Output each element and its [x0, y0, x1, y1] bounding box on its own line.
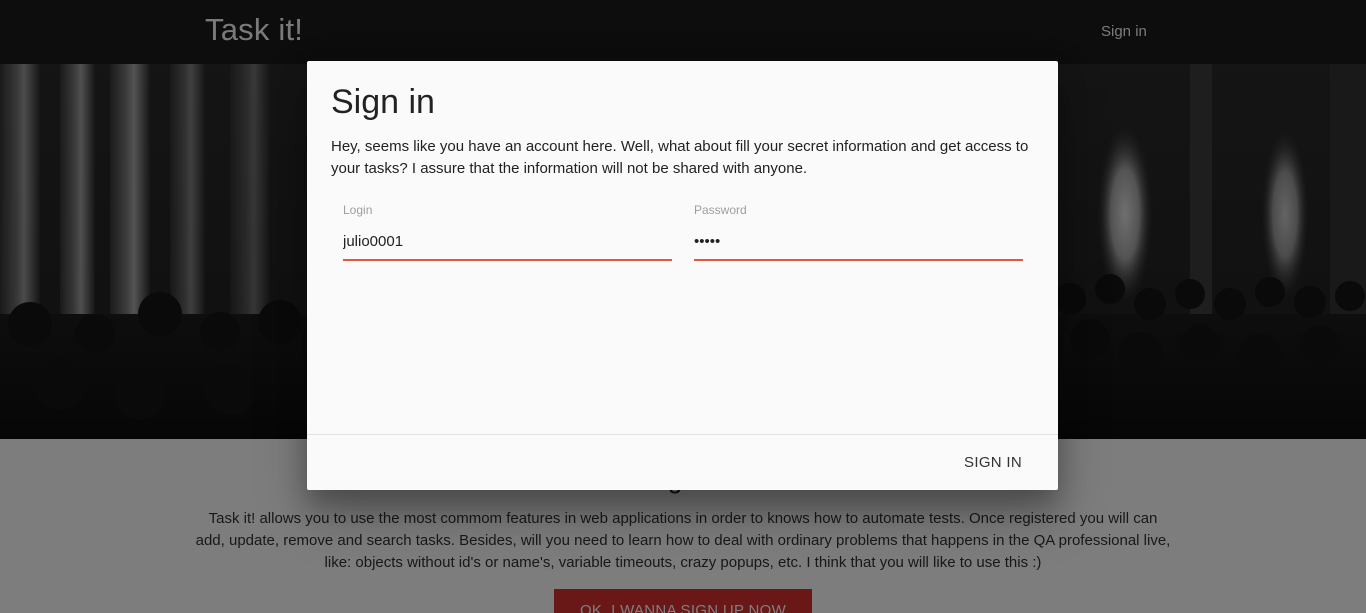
- modal-footer: SIGN IN: [307, 434, 1058, 490]
- modal-description: Hey, seems like you have an account here…: [331, 138, 1029, 177]
- password-input[interactable]: [694, 223, 1023, 261]
- modal-signin-button[interactable]: SIGN IN: [964, 454, 1022, 471]
- login-label: Login: [343, 203, 373, 217]
- modal-title: Sign in: [331, 83, 435, 121]
- page: Task it! Sign in: [0, 0, 1366, 613]
- login-input[interactable]: [343, 223, 672, 261]
- signin-modal: Sign in Hey, seems like you have an acco…: [307, 61, 1058, 490]
- password-label: Password: [694, 203, 747, 217]
